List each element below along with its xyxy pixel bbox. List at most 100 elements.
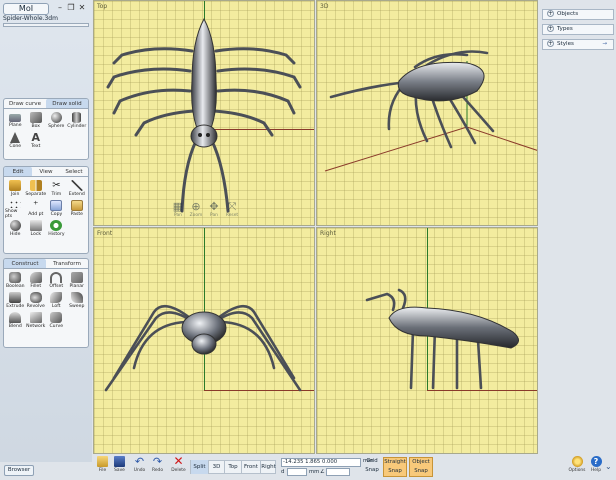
pan-arrows-control[interactable]: ✥ Pan xyxy=(205,201,223,225)
lock-icon xyxy=(29,220,42,231)
tab-view[interactable]: View xyxy=(32,167,60,176)
close-icon[interactable]: ✕ xyxy=(77,3,87,13)
cone-tool[interactable]: Cone xyxy=(5,131,26,151)
redo-button[interactable]: ↷ Redo xyxy=(149,456,166,478)
loft-icon xyxy=(50,292,63,303)
tab-select[interactable]: Select xyxy=(60,167,88,176)
minimize-icon[interactable]: – xyxy=(55,3,65,13)
chevron-down-icon[interactable]: ⌄ xyxy=(605,462,612,471)
cylinder-tool[interactable]: Cylinder xyxy=(67,111,88,131)
plane-tool[interactable]: Plane xyxy=(5,111,26,131)
scissors-icon: ✂ xyxy=(52,180,61,191)
copy-tool[interactable]: Copy xyxy=(46,199,66,219)
sweep-tool[interactable]: Sweep xyxy=(67,291,88,311)
reset-icon: ⤧ xyxy=(227,200,237,213)
straight-snap-toggle[interactable]: Straight Snap xyxy=(383,457,407,477)
extend-icon xyxy=(70,180,83,191)
types-panel[interactable]: + Types xyxy=(542,24,614,35)
copy-icon xyxy=(50,200,63,211)
tab-top[interactable]: Top xyxy=(224,460,241,474)
zoom-control[interactable]: ⊕ Zoom xyxy=(187,201,205,225)
viewport-right[interactable]: Right xyxy=(316,227,538,454)
save-button[interactable]: Save xyxy=(111,456,128,478)
extend-tool[interactable]: Extend xyxy=(67,179,87,199)
blend-tool[interactable]: Blend xyxy=(5,311,26,331)
tab-3d[interactable]: 3D xyxy=(208,460,224,474)
separate-tool[interactable]: Separate xyxy=(25,179,46,199)
extrude-tool[interactable]: Extrude xyxy=(5,291,26,311)
viewport-3d[interactable]: 3D xyxy=(316,0,538,226)
revolve-tool[interactable]: Revolve xyxy=(26,291,47,311)
redo-icon: ↷ xyxy=(152,455,163,468)
expand-icon: + xyxy=(547,25,554,32)
text-tool[interactable]: A Text xyxy=(26,131,47,151)
history-tool[interactable]: History xyxy=(46,219,66,239)
tab-split[interactable]: Split xyxy=(190,460,208,474)
join-tool[interactable]: Join xyxy=(5,179,25,199)
tab-draw-solid[interactable]: Draw solid xyxy=(46,99,88,108)
trim-tool[interactable]: ✂ Trim xyxy=(46,179,66,199)
app-menu-button[interactable]: MoI xyxy=(3,3,49,15)
angle-input[interactable] xyxy=(326,468,350,476)
add-point-tool[interactable]: ⁺ Add pt xyxy=(25,199,46,219)
planar-tool[interactable]: Planar xyxy=(67,271,88,291)
lock-tool[interactable]: Lock xyxy=(25,219,46,239)
sphere-tool[interactable]: Sphere xyxy=(46,111,67,131)
box-tool[interactable]: Box xyxy=(26,111,47,131)
extrude-icon xyxy=(9,292,22,303)
hide-tool[interactable]: Hide xyxy=(5,219,25,239)
expand-icon: + xyxy=(547,10,554,17)
fillet-tool[interactable]: Fillet xyxy=(26,271,47,291)
curve-icon xyxy=(50,312,63,323)
delete-button[interactable]: ✕ Delete xyxy=(170,455,187,478)
network-icon xyxy=(29,312,42,323)
viewport-top[interactable]: Top ▦ Pan ⊕ Zoom ✥ Pan ⤧ Reset xyxy=(93,0,315,226)
boolean-tool[interactable]: Boolean xyxy=(5,271,26,291)
browser-button[interactable]: Browser xyxy=(4,465,34,476)
right-panel xyxy=(540,0,616,462)
reset-control[interactable]: ⤧ Reset xyxy=(223,201,241,225)
tab-transform[interactable]: Transform xyxy=(46,259,88,268)
options-button[interactable]: Options xyxy=(567,456,587,478)
view-nav-controls: ▦ Pan ⊕ Zoom ✥ Pan ⤧ Reset xyxy=(169,201,241,225)
curve-tool[interactable]: Curve xyxy=(46,311,67,331)
spider-3d-view xyxy=(324,50,537,172)
draw-palette: Draw curve Draw solid Plane Box Sphere C… xyxy=(3,98,89,160)
undo-icon: ↶ xyxy=(134,455,145,468)
tab-draw-curve[interactable]: Draw curve xyxy=(4,99,46,108)
network-tool[interactable]: Network xyxy=(26,311,47,331)
undo-button[interactable]: ↶ Undo xyxy=(131,456,148,478)
file-button[interactable]: File xyxy=(94,456,111,478)
blend-icon xyxy=(9,312,22,323)
spider-right-view xyxy=(365,288,519,390)
offset-icon xyxy=(50,272,63,283)
show-points-tool[interactable]: Show pts xyxy=(5,199,25,219)
loft-tool[interactable]: Loft xyxy=(46,291,67,311)
paste-tool[interactable]: Paste xyxy=(67,199,87,219)
tab-front[interactable]: Front xyxy=(241,460,260,474)
tab-right[interactable]: Right xyxy=(260,460,276,474)
move-icon: ✥ xyxy=(209,200,219,213)
tab-construct[interactable]: Construct xyxy=(4,259,46,268)
options-icon xyxy=(571,456,583,467)
distance-label: d xyxy=(281,469,285,475)
arrow-right-icon[interactable]: → xyxy=(602,40,607,49)
object-snap-toggle[interactable]: Object Snap xyxy=(409,457,433,477)
text-icon: A xyxy=(31,131,40,144)
tab-edit[interactable]: Edit xyxy=(4,167,32,176)
objects-panel[interactable]: + Objects xyxy=(542,9,614,20)
cylinder-icon xyxy=(72,112,82,123)
coordinate-input[interactable]: -14.235 1.865 0.000 xyxy=(281,458,361,467)
viewport-front[interactable]: Front xyxy=(93,227,315,454)
offset-tool[interactable]: Offset xyxy=(46,271,67,291)
save-icon xyxy=(114,456,125,467)
help-button[interactable]: ? Help xyxy=(589,456,603,478)
angle-label: ∠ xyxy=(320,469,325,475)
grid-snap-toggle[interactable]: Grid Snap xyxy=(363,457,381,477)
distance-input[interactable] xyxy=(287,468,307,476)
styles-panel[interactable]: + Styles → xyxy=(542,39,614,50)
pan-control[interactable]: ▦ Pan xyxy=(169,201,187,225)
sphere-icon xyxy=(50,112,62,123)
hide-icon xyxy=(9,220,21,231)
restore-icon[interactable]: ❐ xyxy=(66,3,76,13)
